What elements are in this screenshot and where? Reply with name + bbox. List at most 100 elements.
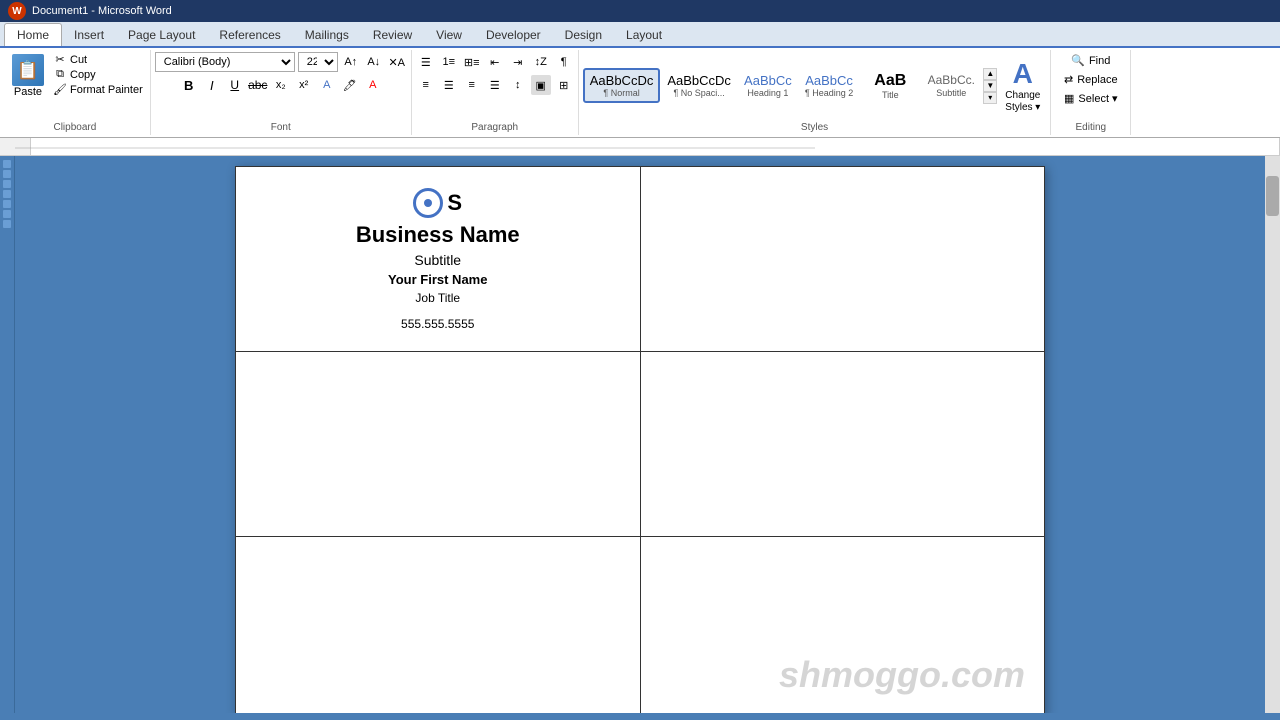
- tab-view[interactable]: View: [424, 24, 474, 46]
- show-hide-button[interactable]: ¶: [554, 52, 574, 72]
- card-cell-top-left[interactable]: S Business Name Subtitle Your First Name…: [236, 167, 641, 352]
- ribbon: 📋 Paste ✂ Cut ⧉ Copy 🖌 Format Painter Cl…: [0, 48, 1280, 138]
- strikethrough-button[interactable]: abc: [248, 75, 268, 95]
- style-heading1[interactable]: AaBbCc Heading 1: [738, 69, 798, 103]
- app-logo: W: [8, 2, 26, 20]
- card-cell-mid-right[interactable]: [640, 352, 1045, 537]
- ribbon-tabs: Home Insert Page Layout References Maili…: [0, 22, 1280, 48]
- styles-group-label: Styles: [579, 122, 1051, 133]
- clear-format-button[interactable]: ✕A: [387, 52, 407, 72]
- tab-layout[interactable]: Layout: [614, 24, 674, 46]
- ruler-inner: [30, 138, 1280, 155]
- scrollbar-thumb[interactable]: [1266, 176, 1279, 216]
- tab-developer[interactable]: Developer: [474, 24, 553, 46]
- paste-button[interactable]: 📋 Paste: [6, 52, 50, 119]
- style-normal[interactable]: AaBbCcDc ¶ Normal: [583, 68, 661, 104]
- multilevel-button[interactable]: ⊞≡: [462, 52, 482, 72]
- underline-button[interactable]: U: [225, 75, 245, 95]
- shading-button[interactable]: ▣: [531, 75, 551, 95]
- business-name: Business Name: [356, 222, 520, 248]
- card-logo: [413, 188, 443, 218]
- doc-area[interactable]: S Business Name Subtitle Your First Name…: [15, 156, 1265, 713]
- left-panel-dot-5: [3, 200, 11, 208]
- watermark: shmoggo.com: [779, 654, 1025, 696]
- align-center-button[interactable]: ☰: [439, 75, 459, 95]
- italic-button[interactable]: I: [202, 75, 222, 95]
- paste-icon: 📋: [12, 54, 44, 86]
- tab-references[interactable]: References: [207, 24, 292, 46]
- decrease-indent-button[interactable]: ⇤: [485, 52, 505, 72]
- styles-scroll-up[interactable]: ▲: [983, 68, 997, 80]
- card-cell-bot-right[interactable]: shmoggo.com: [640, 537, 1045, 714]
- font-family-select[interactable]: Calibri (Body): [155, 52, 295, 72]
- bold-button[interactable]: B: [179, 75, 199, 95]
- editing-group: 🔍 Find ⇄ Replace ▦ Select ▾ Editing: [1051, 50, 1131, 135]
- left-panel-dot-6: [3, 210, 11, 218]
- copy-button[interactable]: ⧉ Copy: [50, 67, 146, 82]
- styles-more[interactable]: ▾: [983, 92, 997, 104]
- paste-label: Paste: [14, 86, 42, 98]
- decrease-font-button[interactable]: A↓: [364, 52, 384, 72]
- paragraph-group-label: Paragraph: [412, 122, 578, 133]
- left-panel-dot-7: [3, 220, 11, 228]
- increase-indent-button[interactable]: ⇥: [508, 52, 528, 72]
- font-color-button[interactable]: A: [363, 75, 383, 95]
- replace-button[interactable]: ⇄ Replace: [1058, 71, 1124, 88]
- justify-button[interactable]: ☰: [485, 75, 505, 95]
- clipboard-group: 📋 Paste ✂ Cut ⧉ Copy 🖌 Format Painter Cl…: [0, 50, 151, 135]
- left-panel-dot-1: [3, 160, 11, 168]
- left-panel-dot-2: [3, 170, 11, 178]
- align-right-button[interactable]: ≡: [462, 75, 482, 95]
- line-spacing-button[interactable]: ↕: [508, 75, 528, 95]
- tab-home[interactable]: Home: [4, 23, 62, 46]
- find-button[interactable]: 🔍 Find: [1065, 52, 1116, 69]
- style-title-preview: AaB: [874, 71, 906, 90]
- tab-mailings[interactable]: Mailings: [293, 24, 361, 46]
- clipboard-group-label: Clipboard: [0, 122, 150, 133]
- style-normal-label: ¶ Normal: [603, 88, 639, 98]
- card-cell-mid-left[interactable]: [236, 352, 641, 537]
- tab-design[interactable]: Design: [553, 24, 614, 46]
- style-normal-preview: AaBbCcDc: [590, 73, 654, 89]
- font-group-label: Font: [151, 122, 411, 133]
- styles-group: AaBbCcDc ¶ Normal AaBbCcDc ¶ No Spaci...…: [579, 50, 1052, 135]
- cut-button[interactable]: ✂ Cut: [50, 52, 146, 67]
- card-name: Your First Name: [388, 272, 487, 287]
- styles-scroll-down[interactable]: ▼: [983, 80, 997, 92]
- main-area: S Business Name Subtitle Your First Name…: [0, 156, 1280, 713]
- change-styles-button[interactable]: A ChangeStyles ▾: [999, 54, 1046, 118]
- text-effects-button[interactable]: A: [317, 75, 337, 95]
- left-panel: [0, 156, 15, 713]
- subscript-button[interactable]: x₂: [271, 75, 291, 95]
- style-subtitle[interactable]: AaBbCc. Subtitle: [921, 69, 981, 101]
- style-no-spacing-preview: AaBbCcDc: [667, 73, 731, 89]
- style-no-spacing[interactable]: AaBbCcDc ¶ No Spaci...: [661, 69, 737, 103]
- text-highlight-button[interactable]: 🖊: [340, 75, 360, 95]
- tab-insert[interactable]: Insert: [62, 24, 116, 46]
- card-subtitle: Subtitle: [414, 252, 461, 268]
- select-button[interactable]: ▦ Select ▾: [1058, 90, 1124, 107]
- scrollbar-right[interactable]: [1265, 156, 1280, 713]
- tab-page-layout[interactable]: Page Layout: [116, 24, 207, 46]
- document[interactable]: S Business Name Subtitle Your First Name…: [235, 166, 1045, 713]
- card-cell-top-right[interactable]: [640, 167, 1045, 352]
- bullets-button[interactable]: ☰: [416, 52, 436, 72]
- left-panel-dot-4: [3, 190, 11, 198]
- superscript-button[interactable]: x²: [294, 75, 314, 95]
- align-left-button[interactable]: ≡: [416, 75, 436, 95]
- list-row: ☰ 1≡ ⊞≡ ⇤ ⇥ ↕Z ¶: [416, 52, 574, 72]
- style-heading2[interactable]: AaBbCc ¶ Heading 2: [799, 69, 859, 103]
- business-card-table: S Business Name Subtitle Your First Name…: [235, 166, 1045, 713]
- numbering-button[interactable]: 1≡: [439, 52, 459, 72]
- replace-icon: ⇄: [1064, 73, 1073, 86]
- format-painter-button[interactable]: 🖌 Format Painter: [50, 82, 146, 97]
- borders-button[interactable]: ⊞: [554, 75, 574, 95]
- sort-button[interactable]: ↕Z: [531, 52, 551, 72]
- increase-font-button[interactable]: A↑: [341, 52, 361, 72]
- paragraph-group: ☰ 1≡ ⊞≡ ⇤ ⇥ ↕Z ¶ ≡ ☰ ≡ ☰ ↕ ▣ ⊞ Paragraph: [412, 50, 579, 135]
- style-title[interactable]: AaB Title: [860, 67, 920, 104]
- card-cell-bot-left[interactable]: [236, 537, 641, 714]
- tab-review[interactable]: Review: [361, 24, 424, 46]
- font-size-select[interactable]: 22: [298, 52, 338, 72]
- style-title-label: Title: [882, 90, 899, 100]
